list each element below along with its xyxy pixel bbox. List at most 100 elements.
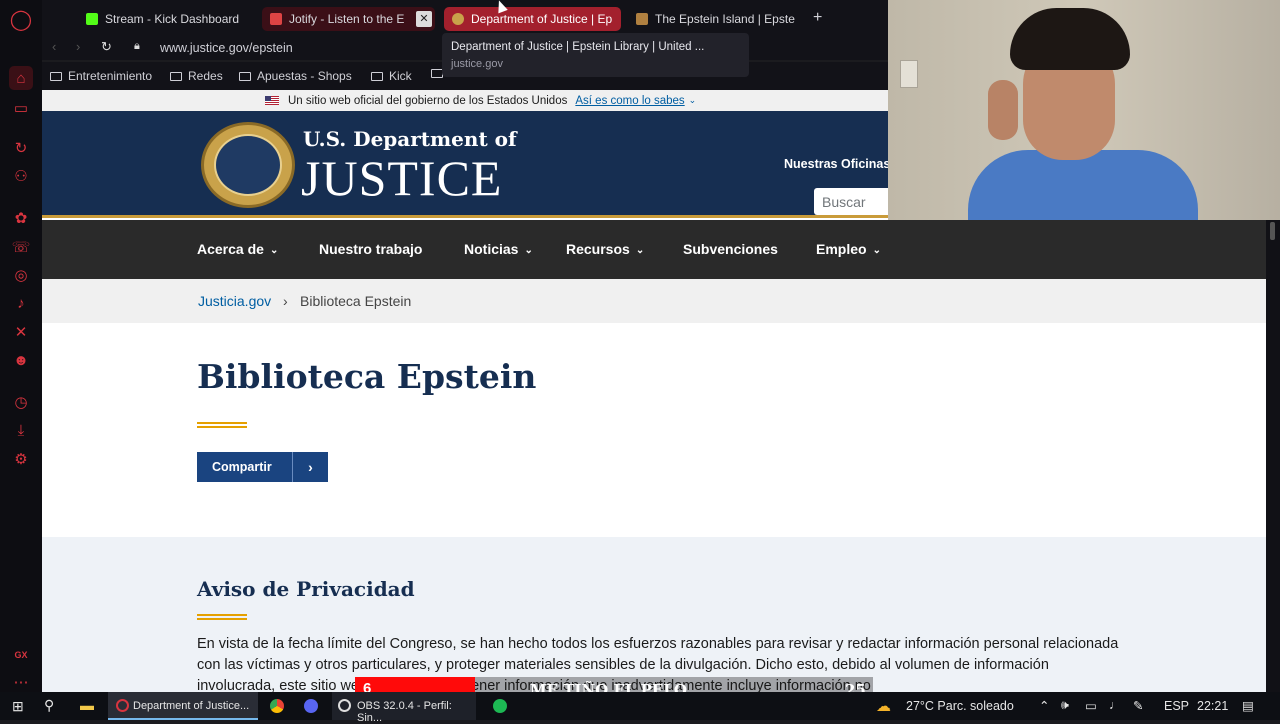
- windows-start-icon[interactable]: ⊞: [12, 698, 24, 715]
- bookmark-folder[interactable]: Entretenimiento: [50, 69, 152, 83]
- instagram-icon[interactable]: ◎: [9, 263, 33, 287]
- windows-taskbar: ⊞ ⚲ ▬ Department of Justice... OBS 32.0.…: [0, 692, 1280, 724]
- pen-icon[interactable]: ✎: [1133, 698, 1143, 713]
- more-icon[interactable]: ⋯: [9, 670, 33, 694]
- close-tab-icon[interactable]: ✕: [416, 11, 432, 27]
- taskbar-app-label: OBS 32.0.4 - Perfil: Sin...: [357, 700, 452, 724]
- browser-sidebar: ◯ ⌂ ▭ ↻ ⚇ ✿ ☏ ◎ ♪ ✕ ☻ ◷ ⤓ ⚙ GX ⋯: [0, 0, 42, 692]
- taskbar-app-obs[interactable]: OBS 32.0.4 - Perfil: Sin...: [332, 692, 476, 724]
- tab-bar: Stream - Kick Dashboard Jotify - Listen …: [42, 0, 888, 36]
- chevron-down-icon: ⌄: [872, 245, 881, 256]
- gx-icon[interactable]: GX: [9, 643, 33, 667]
- doj-seal-icon: [452, 13, 464, 25]
- opera-icon: [116, 699, 129, 712]
- tab-label: Jotify - Listen to the E: [289, 12, 405, 26]
- breadcrumb-separator-icon: ›: [283, 293, 288, 309]
- taskbar-app-browser[interactable]: Department of Justice...: [108, 692, 258, 720]
- breadcrumb-current: Biblioteca Epstein: [300, 293, 412, 309]
- volume-icon[interactable]: 🕪︎: [1061, 698, 1069, 713]
- obs-icon: [338, 699, 351, 712]
- search-input[interactable]: Buscar: [814, 188, 888, 215]
- spotify-icon[interactable]: [493, 699, 507, 713]
- nav-recursos[interactable]: Recursos ⌄: [566, 241, 644, 257]
- person-shirt: [968, 150, 1198, 220]
- bookmark-label: Kick: [389, 69, 412, 83]
- tab-label: Department of Justice | Ep: [471, 12, 613, 26]
- discord-icon[interactable]: ☻: [9, 348, 33, 372]
- history-icon[interactable]: ◷: [9, 390, 33, 414]
- bookmark-folder[interactable]: Apuestas - Shops: [239, 69, 352, 83]
- privacy-title: Aviso de Privacidad: [197, 577, 415, 601]
- chrome-icon[interactable]: [270, 699, 284, 713]
- forward-icon[interactable]: ›: [76, 39, 80, 54]
- breadcrumb-home-link[interactable]: Justicia.gov: [198, 293, 271, 309]
- web-page-body: Acerca de ⌄ Nuestro trabajo Noticias ⌄ Rec…: [42, 220, 1266, 692]
- taskbar-app-label: Department of Justice...: [133, 700, 250, 712]
- tab-tooltip: Department of Justice | Epstein Library …: [442, 33, 749, 77]
- network-icon[interactable]: ▭: [1085, 698, 1097, 713]
- offices-link[interactable]: Nuestras Oficinas: [784, 157, 888, 171]
- x-twitter-icon[interactable]: ✕: [9, 320, 33, 344]
- tab-kick-dashboard[interactable]: Stream - Kick Dashboard: [78, 7, 250, 31]
- weather-icon: ☁: [876, 698, 891, 715]
- chevron-down-icon: ⌄: [524, 245, 533, 256]
- person-hair: [1010, 8, 1130, 70]
- page-scrollbar[interactable]: [1266, 220, 1280, 692]
- nav-nuestro-trabajo[interactable]: Nuestro trabajo: [319, 241, 422, 257]
- bookmark-label: Apuestas - Shops: [257, 69, 352, 83]
- tab-epstein-island[interactable]: The Epstein Island | Epste: [628, 7, 800, 31]
- share-button[interactable]: Compartir ›: [197, 452, 328, 482]
- chevron-down-icon: ⌄: [269, 245, 279, 256]
- refresh-speed-icon[interactable]: ↻: [9, 136, 33, 160]
- chevron-down-icon: ⌄: [635, 245, 645, 256]
- tab-jotify[interactable]: Jotify - Listen to the E ✕: [262, 7, 435, 31]
- dept-title-line2[interactable]: JUSTICE: [301, 149, 502, 207]
- settings-icon[interactable]: ⚙: [9, 447, 33, 471]
- url-field[interactable]: www.justice.gov/epstein: [160, 41, 293, 55]
- chevron-up-icon[interactable]: ⌃: [1039, 698, 1049, 713]
- search-icon[interactable]: ⚲: [44, 697, 54, 714]
- chatgpt-icon[interactable]: ✿: [9, 206, 33, 230]
- person-hand: [988, 80, 1018, 140]
- opera-logo-icon[interactable]: ◯: [9, 7, 33, 31]
- microphone-icon[interactable]: ♩: [1109, 698, 1122, 712]
- tab-label: Stream - Kick Dashboard: [105, 12, 240, 26]
- main-nav: Acerca de ⌄ Nuestro trabajo Noticias ⌄ Rec…: [42, 220, 1266, 279]
- nav-noticias[interactable]: Noticias ⌄: [464, 241, 533, 257]
- gamepad-icon[interactable]: ▭: [9, 96, 33, 120]
- language-indicator[interactable]: ESP: [1164, 699, 1189, 713]
- discord-icon[interactable]: [304, 699, 318, 713]
- doj-seal-logo[interactable]: [201, 122, 295, 208]
- tiktok-icon[interactable]: ♪: [9, 291, 33, 315]
- home-icon[interactable]: ⌂: [9, 66, 33, 90]
- nav-acerca-de[interactable]: Acerca de ⌄: [197, 241, 278, 257]
- gov-banner-link[interactable]: Así es como lo sabes: [575, 95, 684, 107]
- light-switch: [900, 60, 918, 88]
- controller-icon[interactable]: ⚇: [9, 164, 33, 188]
- dept-title-line1[interactable]: U.S. Department of: [303, 127, 517, 151]
- web-page-header: Un sitio web oficial del gobierno de los…: [42, 90, 888, 220]
- tooltip-title: Department of Justice | Epstein Library …: [451, 41, 705, 53]
- folder-icon: [371, 71, 383, 81]
- folder-icon: [170, 71, 182, 81]
- weather-text[interactable]: 27°C Parc. soleado: [906, 699, 1014, 713]
- nav-empleo[interactable]: Empleo ⌄: [816, 241, 881, 257]
- file-explorer-icon[interactable]: ▬: [80, 697, 94, 713]
- reload-icon[interactable]: ↻: [101, 39, 112, 55]
- bookmark-folder[interactable]: Redes: [170, 69, 223, 83]
- tab-department-of-justice[interactable]: Department of Justice | Ep: [444, 7, 621, 31]
- tab-label: The Epstein Island | Epste: [655, 12, 795, 26]
- new-tab-button[interactable]: +: [813, 9, 822, 27]
- clock[interactable]: 22:21: [1197, 699, 1228, 713]
- kick-icon: [86, 13, 98, 25]
- tooltip-url: justice.gov: [451, 58, 503, 70]
- notifications-icon[interactable]: ▤: [1242, 698, 1254, 713]
- folder-icon: [239, 71, 251, 81]
- whatsapp-icon[interactable]: ☏: [9, 235, 33, 259]
- gov-banner: Un sitio web oficial del gobierno de los…: [42, 90, 888, 111]
- back-icon[interactable]: ‹: [52, 39, 56, 54]
- download-icon[interactable]: ⤓: [9, 418, 33, 442]
- gmail-icon: [270, 13, 282, 25]
- nav-subvenciones[interactable]: Subvenciones: [683, 241, 778, 257]
- bookmark-folder[interactable]: Kick: [371, 69, 412, 83]
